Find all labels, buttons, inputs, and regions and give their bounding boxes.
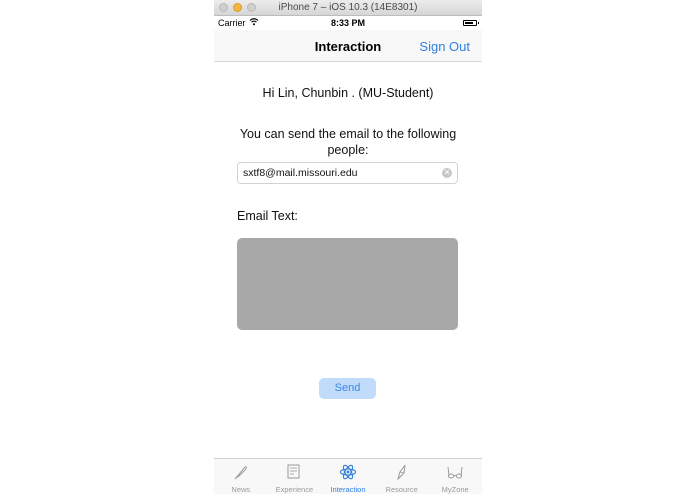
send-button[interactable]: Send bbox=[319, 378, 376, 399]
simulator-title-bar: iPhone 7 – iOS 10.3 (14E8301) bbox=[214, 0, 482, 16]
simulator-window: iPhone 7 – iOS 10.3 (14E8301) Carrier 8:… bbox=[214, 0, 482, 494]
tab-news[interactable]: News bbox=[214, 459, 268, 494]
tab-resource[interactable]: Resource bbox=[375, 459, 429, 494]
tab-label: Resource bbox=[385, 485, 418, 494]
atom-icon bbox=[339, 464, 357, 480]
email-text-label: Email Text: bbox=[237, 209, 298, 223]
pen-nib-icon bbox=[396, 464, 406, 481]
tab-bar: News Experience Interaction Resource MyZ… bbox=[214, 458, 482, 494]
certificate-icon bbox=[287, 464, 300, 479]
tab-label: Experience bbox=[275, 485, 314, 494]
status-time: 8:33 PM bbox=[330, 18, 365, 28]
tab-label: MyZone bbox=[441, 485, 469, 494]
quill-icon bbox=[234, 466, 247, 480]
greeting-text: Hi Lin, Chunbin . (MU-Student) bbox=[262, 86, 434, 100]
tab-experience[interactable]: Experience bbox=[268, 459, 322, 494]
recipients-info: You can send the email to the following … bbox=[239, 127, 457, 157]
clear-icon[interactable]: ✕ bbox=[442, 168, 452, 178]
tab-myzone[interactable]: MyZone bbox=[428, 459, 482, 494]
tab-interaction[interactable]: Interaction bbox=[321, 459, 375, 494]
tab-label: News bbox=[231, 485, 251, 494]
status-bar: Carrier 8:33 PM bbox=[214, 16, 482, 30]
email-text-area[interactable] bbox=[237, 238, 458, 330]
battery-icon bbox=[463, 20, 479, 26]
recipient-email-value: sxtf8@mail.missouri.edu bbox=[243, 167, 358, 179]
recipient-email-field[interactable]: sxtf8@mail.missouri.edu ✕ bbox=[237, 162, 458, 184]
glasses-icon bbox=[447, 466, 463, 479]
tab-label: Interaction bbox=[330, 485, 366, 494]
navigation-bar: Interaction Sign Out bbox=[214, 30, 482, 62]
sign-out-button[interactable]: Sign Out bbox=[419, 39, 470, 54]
window-title: iPhone 7 – iOS 10.3 (14E8301) bbox=[278, 2, 418, 13]
